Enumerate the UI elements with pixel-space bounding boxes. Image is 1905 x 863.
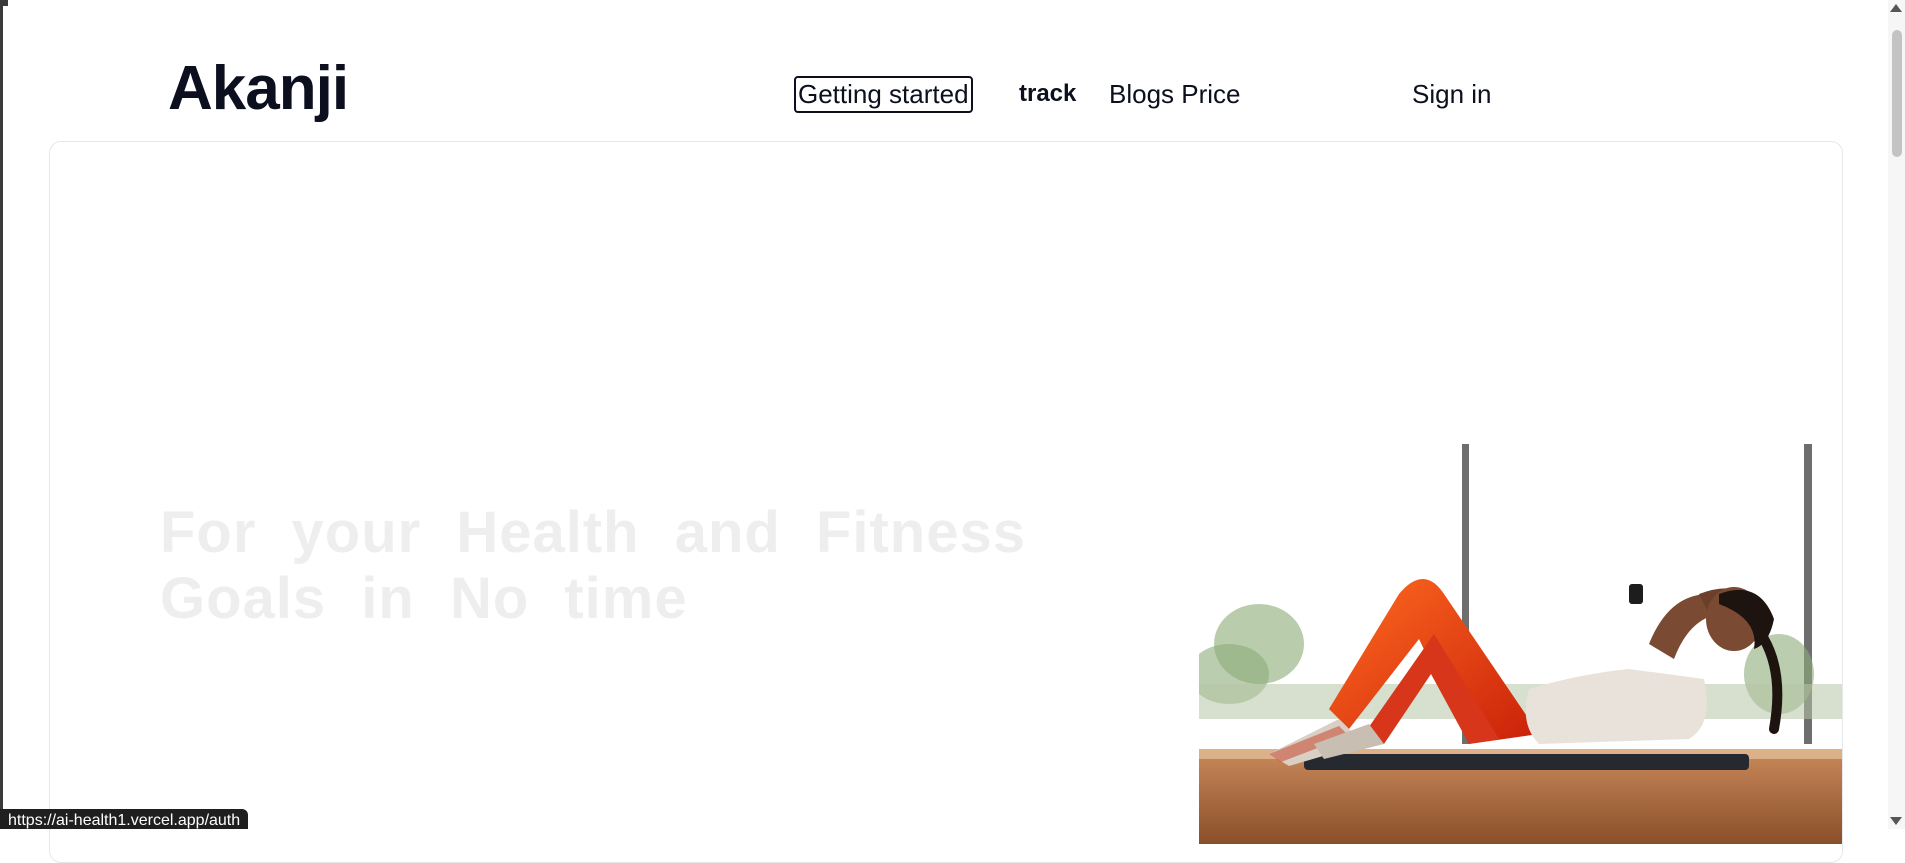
scroll-down-arrow-icon[interactable] [1890,817,1902,825]
nav-getting-started-link[interactable]: Getting started [794,76,973,113]
window-edge [0,0,3,829]
nav-track-link[interactable]: track [1019,82,1076,106]
scroll-up-arrow-icon[interactable] [1890,4,1902,12]
site-logo[interactable]: Akanji [168,58,349,120]
window-corner [0,0,8,6]
hero-heading: For your Health and Fitness Goals in No … [160,500,1026,631]
browser-viewport: Akanji Getting started track Blogs Price… [0,0,1905,863]
vertical-scrollbar[interactable] [1888,0,1905,829]
woman-doing-crunches-photo [1199,444,1842,844]
scrollbar-thumb[interactable] [1892,30,1902,157]
nav-blogs-price-link[interactable]: Blogs Price [1109,81,1241,107]
hero-card: For your Health and Fitness Goals in No … [49,141,1843,863]
nav-sign-in-link[interactable]: Sign in [1412,81,1492,107]
status-bar-url: https://ai-health1.vercel.app/auth [0,809,249,829]
